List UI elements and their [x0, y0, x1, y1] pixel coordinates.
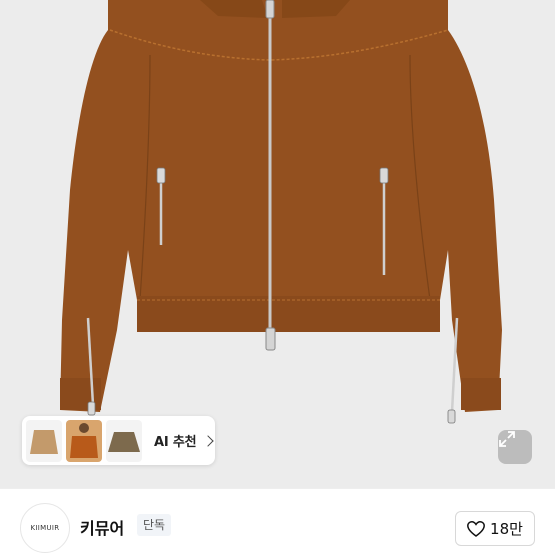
like-count: 18만 [490, 520, 523, 538]
expand-arrows-icon [499, 431, 515, 447]
ai-recommend-strip[interactable]: AI 추천 [22, 416, 215, 465]
expand-image-button[interactable] [498, 430, 532, 464]
avatar-text: KIIMUIR [30, 524, 60, 532]
shop-name[interactable]: 키뮤어 [80, 515, 124, 539]
heart-outline-icon [467, 520, 485, 537]
seller-bar: KIIMUIR 키뮤어 단독 18만 [0, 488, 555, 556]
olive-jacket-thumbnail[interactable] [106, 419, 142, 462]
orange-jacket-model-thumbnail[interactable] [66, 419, 102, 462]
chevron-right-icon [202, 434, 215, 447]
jacket-illustration [60, 0, 502, 424]
beige-jacket-thumbnail[interactable] [26, 419, 62, 462]
shop-avatar[interactable]: KIIMUIR [20, 503, 70, 553]
exclusive-badge: 단독 [137, 514, 172, 536]
ai-recommend-label: AI 추천 [154, 435, 197, 450]
product-image[interactable]: AI 추천 [0, 0, 555, 488]
like-button[interactable]: 18만 [455, 511, 535, 546]
